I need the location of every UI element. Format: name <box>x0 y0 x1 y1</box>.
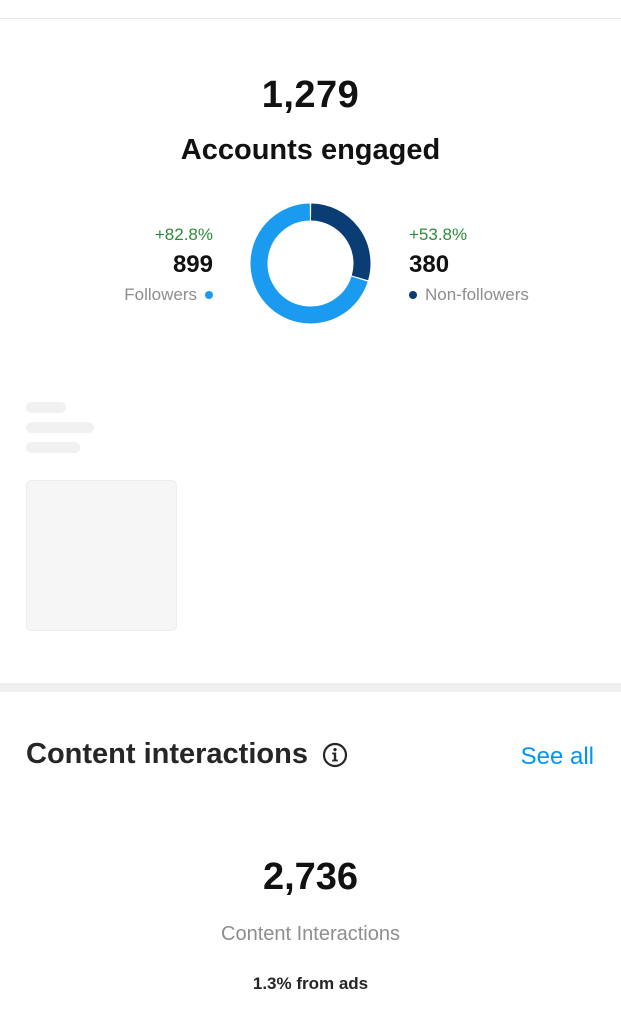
content-interactions-label: Content Interactions <box>221 923 400 945</box>
non-followers-legend: Non-followers <box>409 283 529 307</box>
non-followers-legend-dot <box>409 291 417 299</box>
non-followers-stat: +53.8% 380 Non-followers <box>409 224 529 307</box>
non-followers-label: Non-followers <box>425 285 529 304</box>
followers-legend-dot <box>205 291 213 299</box>
followers-change: +82.8% <box>154 225 213 244</box>
followers-value: 899 <box>172 251 213 278</box>
non-followers-value: 380 <box>409 251 450 278</box>
section-divider <box>0 683 621 692</box>
content-interactions-header: Content interactions <box>26 738 348 771</box>
loading-placeholder-card <box>26 480 177 631</box>
non-followers-change: +53.8% <box>409 225 468 244</box>
engagement-donut-chart <box>250 203 371 324</box>
ads-percentage-note: 1.3% from ads <box>252 974 369 993</box>
followers-stat: +82.8% 899 Followers <box>124 224 213 307</box>
accounts-engaged-title: Accounts engaged <box>180 134 441 166</box>
info-icon[interactable] <box>322 742 348 768</box>
content-interactions-count: 2,736 <box>262 856 359 898</box>
loading-placeholder-line <box>26 442 80 453</box>
loading-placeholder-line <box>26 422 94 433</box>
top-divider <box>0 18 621 19</box>
donut-segment-non-followers <box>310 203 371 281</box>
accounts-engaged-count: 1,279 <box>261 74 360 116</box>
followers-label: Followers <box>124 285 197 304</box>
see-all-link[interactable]: See all <box>521 743 594 771</box>
content-interactions-title: Content interactions <box>26 738 308 770</box>
loading-placeholder-line <box>26 402 66 413</box>
followers-legend: Followers <box>124 283 213 307</box>
